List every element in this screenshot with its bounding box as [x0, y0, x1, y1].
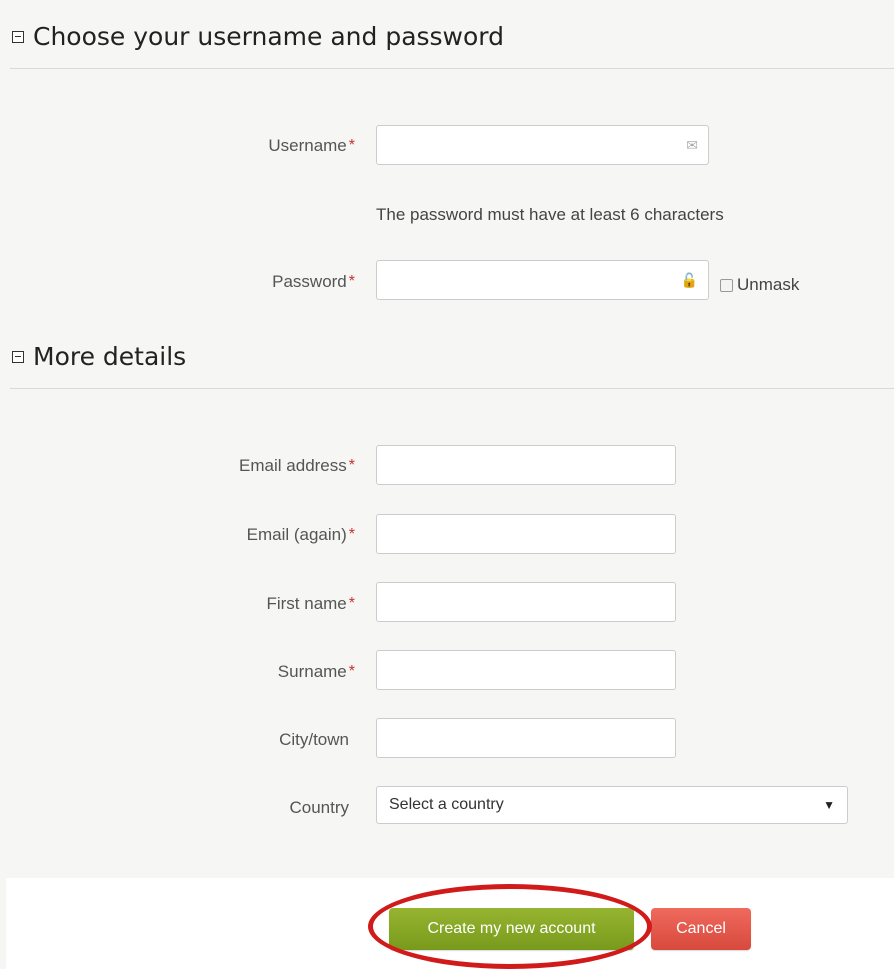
password-input[interactable]: 🔓 [376, 260, 709, 300]
email-again-label: Email (again) * [246, 525, 355, 544]
section-header-username-password[interactable]: Choose your username and password [12, 22, 894, 51]
surname-input[interactable] [376, 650, 676, 690]
unmask-checkbox[interactable]: Unmask [720, 275, 799, 295]
section-title: More details [33, 342, 187, 371]
first-name-label: First name * [266, 594, 355, 613]
password-hint: The password must have at least 6 charac… [376, 205, 724, 224]
email-input[interactable] [376, 445, 676, 485]
country-label: Country [289, 798, 349, 817]
email-label: Email address * [239, 456, 355, 475]
first-name-input[interactable] [376, 582, 676, 622]
section-header-more-details[interactable]: More details [12, 342, 894, 371]
required-marker: * [348, 526, 355, 543]
city-input[interactable] [376, 718, 676, 758]
cancel-button[interactable]: Cancel [651, 908, 751, 950]
required-marker: * [348, 595, 355, 612]
username-label: Username * [268, 136, 355, 155]
country-select-value: Select a country [389, 796, 504, 813]
required-marker: * [348, 273, 355, 290]
envelope-icon: ✉ [686, 137, 698, 153]
username-input[interactable]: ✉ [376, 125, 709, 165]
section-title: Choose your username and password [33, 22, 505, 51]
city-label: City/town [279, 730, 349, 749]
required-marker: * [348, 457, 355, 474]
dropdown-arrow-icon: ▼ [823, 798, 835, 812]
required-marker: * [348, 663, 355, 680]
country-select[interactable]: Select a country ▼ [376, 786, 848, 824]
surname-label: Surname * [277, 662, 355, 681]
password-label: Password * [272, 272, 355, 291]
create-account-button[interactable]: Create my new account [389, 908, 634, 950]
required-marker: * [348, 137, 355, 154]
collapse-icon[interactable] [12, 30, 24, 43]
lock-icon: 🔓 [680, 272, 698, 288]
section-divider [10, 68, 894, 69]
collapse-icon[interactable] [12, 350, 24, 363]
email-again-input[interactable] [376, 514, 676, 554]
checkbox-icon[interactable] [720, 278, 733, 292]
unmask-label: Unmask [737, 275, 800, 294]
section-divider [10, 388, 894, 389]
